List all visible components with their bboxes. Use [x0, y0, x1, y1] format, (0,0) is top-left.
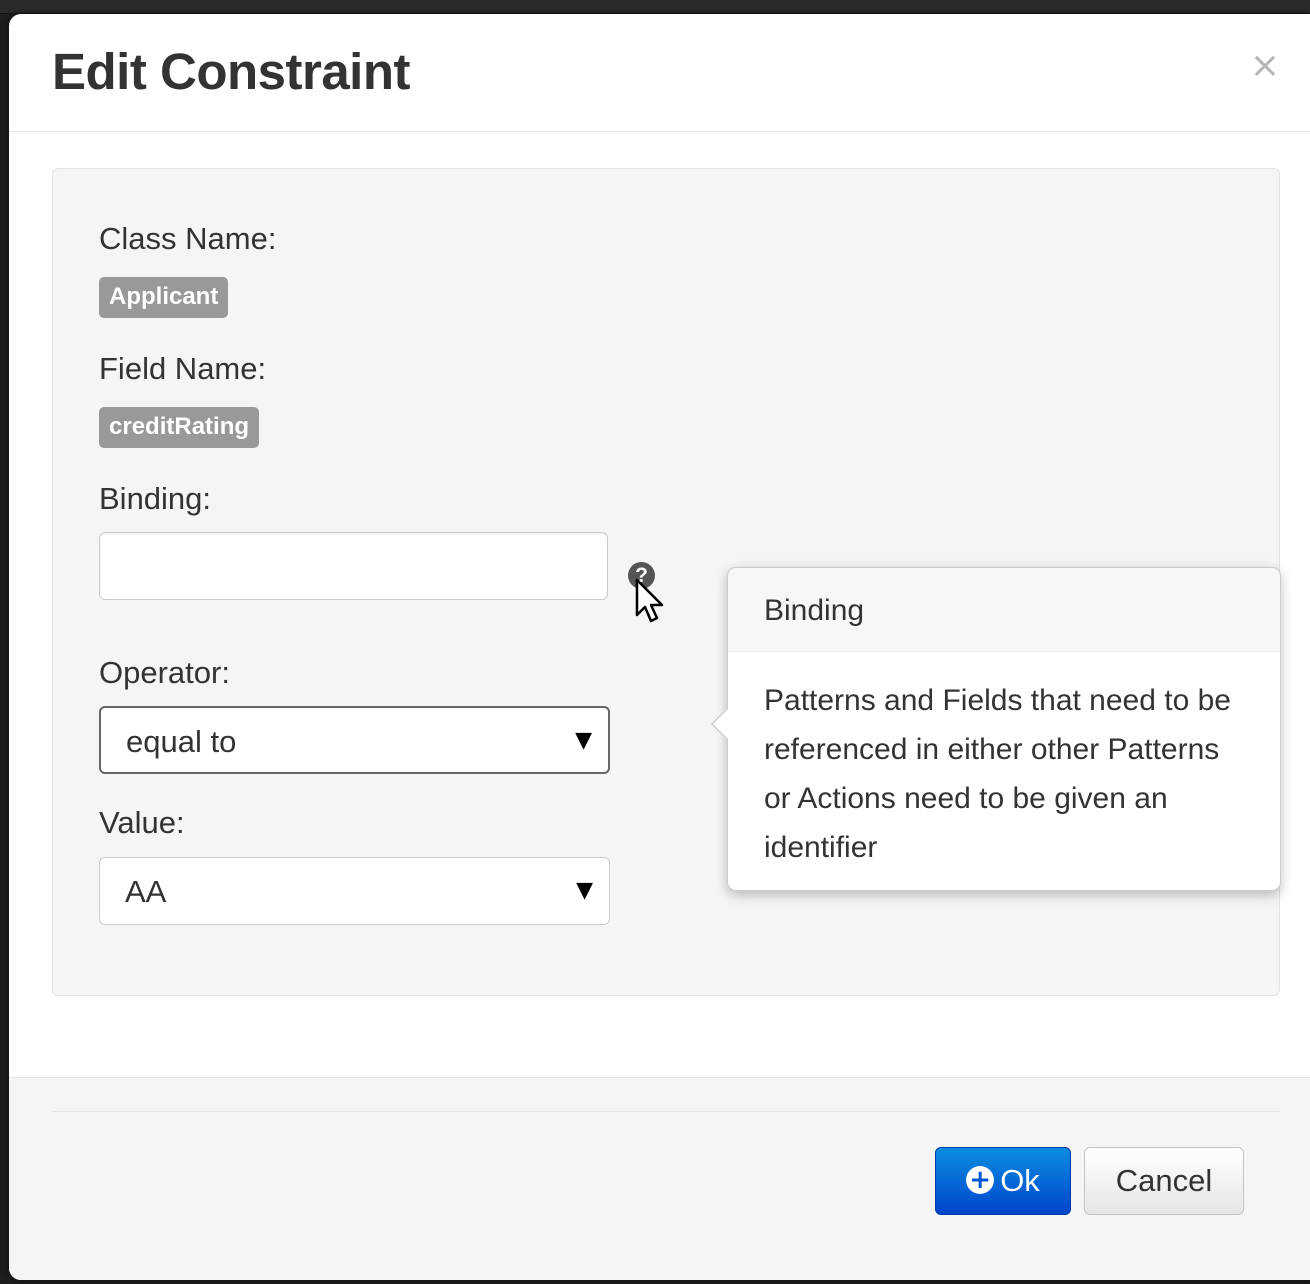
popover-arrow-fill [713, 709, 728, 739]
footer-divider [9, 1077, 1310, 1078]
binding-help-popover: Binding Patterns and Fields that need to… [711, 567, 1281, 891]
footer-inner-divider [52, 1111, 1280, 1112]
popover-title: Binding [728, 568, 1280, 652]
ok-button[interactable]: + Ok [935, 1147, 1071, 1215]
ok-button-label: Ok [1000, 1163, 1040, 1198]
operator-label: Operator: [99, 655, 230, 690]
chevron-down-icon: ▼ [576, 878, 593, 903]
modal-header: Edit Constraint × [9, 14, 1310, 132]
plus-circle-icon: + [966, 1166, 995, 1194]
modal-title: Edit Constraint [52, 43, 411, 100]
value-label: Value: [99, 805, 185, 840]
field-name-label: Field Name: [99, 351, 267, 386]
class-name-label: Class Name: [99, 221, 277, 256]
field-name-badge: creditRating [99, 407, 260, 448]
binding-input[interactable] [99, 532, 608, 600]
binding-label: Binding: [99, 481, 212, 516]
chevron-down-icon: ▼ [575, 728, 592, 753]
constraint-form: Class Name: Applicant Field Name: credit… [52, 168, 1281, 996]
edit-constraint-modal: Edit Constraint × Class Name: Applicant … [9, 14, 1310, 1280]
value-select[interactable]: AA ▼ [99, 857, 610, 925]
operator-select[interactable]: equal to ▼ [99, 706, 610, 774]
page-backdrop [0, 0, 1310, 14]
operator-selected-value: equal to [126, 724, 237, 759]
close-icon[interactable]: × [1250, 48, 1280, 84]
cancel-button[interactable]: Cancel [1084, 1147, 1244, 1215]
class-name-badge: Applicant [99, 277, 229, 318]
popover-content: Patterns and Fields that need to be refe… [764, 684, 1231, 864]
mouse-cursor-icon [635, 578, 664, 623]
value-selected-value: AA [125, 874, 167, 909]
